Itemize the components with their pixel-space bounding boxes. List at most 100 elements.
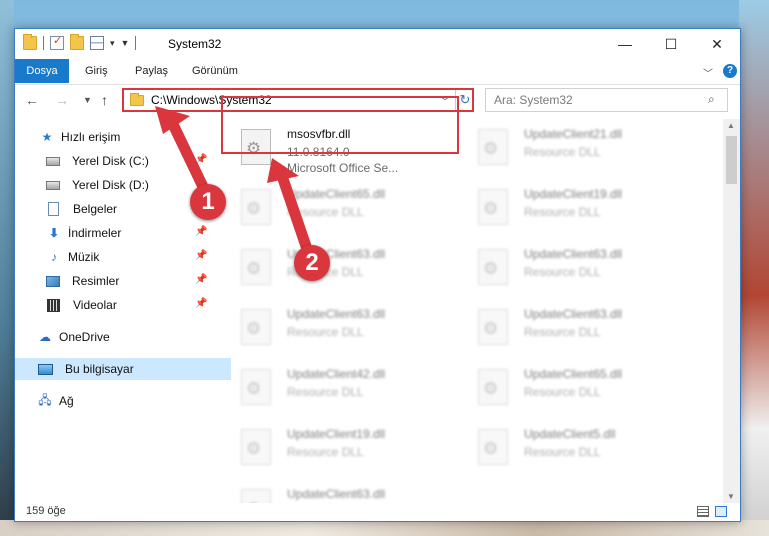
sidebar-item-label: Resimler (72, 274, 120, 288)
file-type: Resource DLL (287, 445, 364, 459)
search-icon[interactable]: ⌕ (708, 92, 715, 107)
dll-file-icon (478, 429, 508, 465)
maximize-button[interactable]: ☐ (648, 29, 694, 59)
new-folder-icon[interactable] (70, 34, 84, 50)
pin-icon[interactable]: 📌 (195, 250, 207, 261)
tab-share[interactable]: Paylaş (125, 59, 178, 83)
network-icon: 🖧 (38, 392, 52, 407)
file-name: UpdateClient63.dll (524, 247, 623, 261)
folder-icon (130, 93, 144, 106)
sidebar-item-label: Hızlı erişim (61, 130, 121, 144)
help-icon[interactable]: ? (723, 64, 737, 78)
file-name: UpdateClient19.dll (524, 187, 623, 201)
scroll-up-icon[interactable]: ▲ (727, 121, 735, 130)
vertical-scrollbar[interactable]: ▲ ▼ (723, 119, 740, 503)
star-icon: ★ (41, 130, 53, 144)
documents-icon (48, 202, 59, 216)
sidebar-item-quick-access[interactable]: ★ Hızlı erişim (15, 126, 232, 148)
dll-file-icon (241, 309, 271, 345)
up-arrow-icon[interactable]: ↑ (101, 92, 108, 108)
close-icon: ✕ (711, 35, 723, 52)
minimize-button[interactable]: — (602, 29, 648, 59)
file-type: Resource DLL (287, 325, 364, 339)
file-item[interactable]: UpdateClient63.dll Resource DLL (474, 241, 704, 297)
scrollbar-thumb[interactable] (726, 136, 737, 184)
file-description: Microsoft Office Se... (287, 161, 399, 175)
dll-file-icon (478, 189, 508, 225)
pin-icon[interactable]: 📌 (195, 154, 207, 165)
divider (135, 36, 137, 50)
rename-icon[interactable] (90, 36, 104, 50)
file-item[interactable]: UpdateClient21.dll Resource DLL (474, 121, 704, 177)
file-item[interactable]: UpdateClient19.dll Resource DLL (474, 181, 704, 237)
minimize-icon: — (618, 36, 632, 52)
dll-file-icon (241, 489, 271, 503)
file-item[interactable]: UpdateClient63.dll Resource DLL (237, 481, 467, 503)
sidebar-item-label: Bu bilgisayar (65, 362, 134, 376)
pin-icon[interactable]: 📌 (195, 274, 207, 285)
ribbon-tabs: Dosya Giriş Paylaş Görünüm ﹀ ? (15, 59, 740, 85)
search-input[interactable] (492, 92, 696, 108)
sidebar-item-pictures[interactable]: Resimler 📌 (15, 270, 239, 292)
file-item[interactable]: UpdateClient42.dll Resource DLL (237, 361, 467, 417)
file-name: UpdateClient65.dll (287, 187, 386, 201)
scroll-down-icon[interactable]: ▼ (727, 492, 735, 501)
file-item[interactable]: UpdateClient65.dll Resource DLL (237, 181, 467, 237)
customize-toolbar-icon[interactable]: ▼ (121, 38, 130, 48)
dll-file-icon (241, 249, 271, 285)
folder-icon[interactable] (23, 34, 37, 50)
back-arrow-icon[interactable]: ← (25, 92, 39, 108)
divider (43, 36, 44, 50)
dll-file-icon (241, 189, 271, 225)
tab-file[interactable]: Dosya (15, 59, 69, 83)
file-type: Resource DLL (524, 205, 601, 219)
sidebar-item-label: Yerel Disk (D:) (72, 178, 149, 192)
tab-view[interactable]: Görünüm (182, 59, 248, 83)
step-2-badge: 2 (294, 245, 330, 281)
sidebar-item-label: İndirmeler (68, 226, 122, 240)
file-name: UpdateClient63.dll (287, 487, 386, 501)
step-1-badge: 1 (190, 184, 226, 220)
sidebar-item-onedrive[interactable]: ☁ OneDrive (15, 326, 230, 348)
file-item[interactable]: UpdateClient63.dll Resource DLL (474, 301, 704, 357)
sidebar-item-music[interactable]: ♪ Müzik 📌 (15, 246, 239, 268)
file-item[interactable]: UpdateClient5.dll Resource DLL (474, 421, 704, 477)
maximize-icon: ☐ (664, 35, 678, 52)
music-icon: ♪ (51, 250, 57, 264)
dll-file-icon (241, 429, 271, 465)
drive-icon (46, 180, 60, 190)
sidebar-item-label: OneDrive (59, 330, 110, 344)
close-button[interactable]: ✕ (694, 29, 740, 59)
dll-file-icon (478, 249, 508, 285)
quick-access-toolbar: ▾ ▼ (23, 34, 137, 50)
file-item[interactable]: UpdateClient65.dll Resource DLL (474, 361, 704, 417)
window-title: System32 (168, 37, 222, 51)
sidebar-item-network[interactable]: 🖧 Ağ (15, 390, 230, 412)
file-list: msosvfbr.dll 11.0.8164.0 Microsoft Offic… (221, 119, 719, 503)
item-count: 159 öğe (26, 505, 66, 517)
search-box[interactable]: ⌕ (485, 88, 728, 112)
file-name: UpdateClient63.dll (524, 307, 623, 321)
sidebar-item-label: Belgeler (73, 202, 118, 216)
file-item[interactable]: UpdateClient63.dll Resource DLL (237, 241, 467, 297)
file-type: Resource DLL (524, 265, 601, 279)
sidebar-item-local-disk-c[interactable]: Yerel Disk (C:) 📌 (15, 150, 239, 172)
recent-locations-icon[interactable]: ▼ (83, 95, 92, 105)
file-item[interactable]: UpdateClient63.dll Resource DLL (237, 301, 467, 357)
details-view-icon[interactable] (697, 506, 709, 517)
tab-home[interactable]: Giriş (75, 59, 118, 83)
sidebar-item-this-pc[interactable]: Bu bilgisayar (15, 358, 231, 380)
sidebar-item-videos[interactable]: Videolar 📌 (15, 294, 240, 316)
download-icon: ⬇ (48, 226, 60, 240)
pin-icon[interactable]: 📌 (195, 226, 207, 237)
large-icons-view-icon[interactable] (715, 506, 727, 517)
navigation-pane: ★ Hızlı erişim Yerel Disk (C:) 📌 Yerel D… (15, 119, 231, 503)
sidebar-item-downloads[interactable]: ⬇ İndirmeler 📌 (15, 222, 239, 244)
file-item[interactable]: UpdateClient19.dll Resource DLL (237, 421, 467, 477)
computer-icon (38, 363, 53, 375)
pin-icon[interactable]: 📌 (195, 298, 207, 309)
forward-arrow-icon[interactable]: → (55, 92, 69, 108)
expand-ribbon-icon[interactable]: ﹀ (703, 65, 713, 80)
chevron-down-icon[interactable]: ▾ (110, 38, 115, 49)
properties-check-icon[interactable] (50, 34, 64, 50)
